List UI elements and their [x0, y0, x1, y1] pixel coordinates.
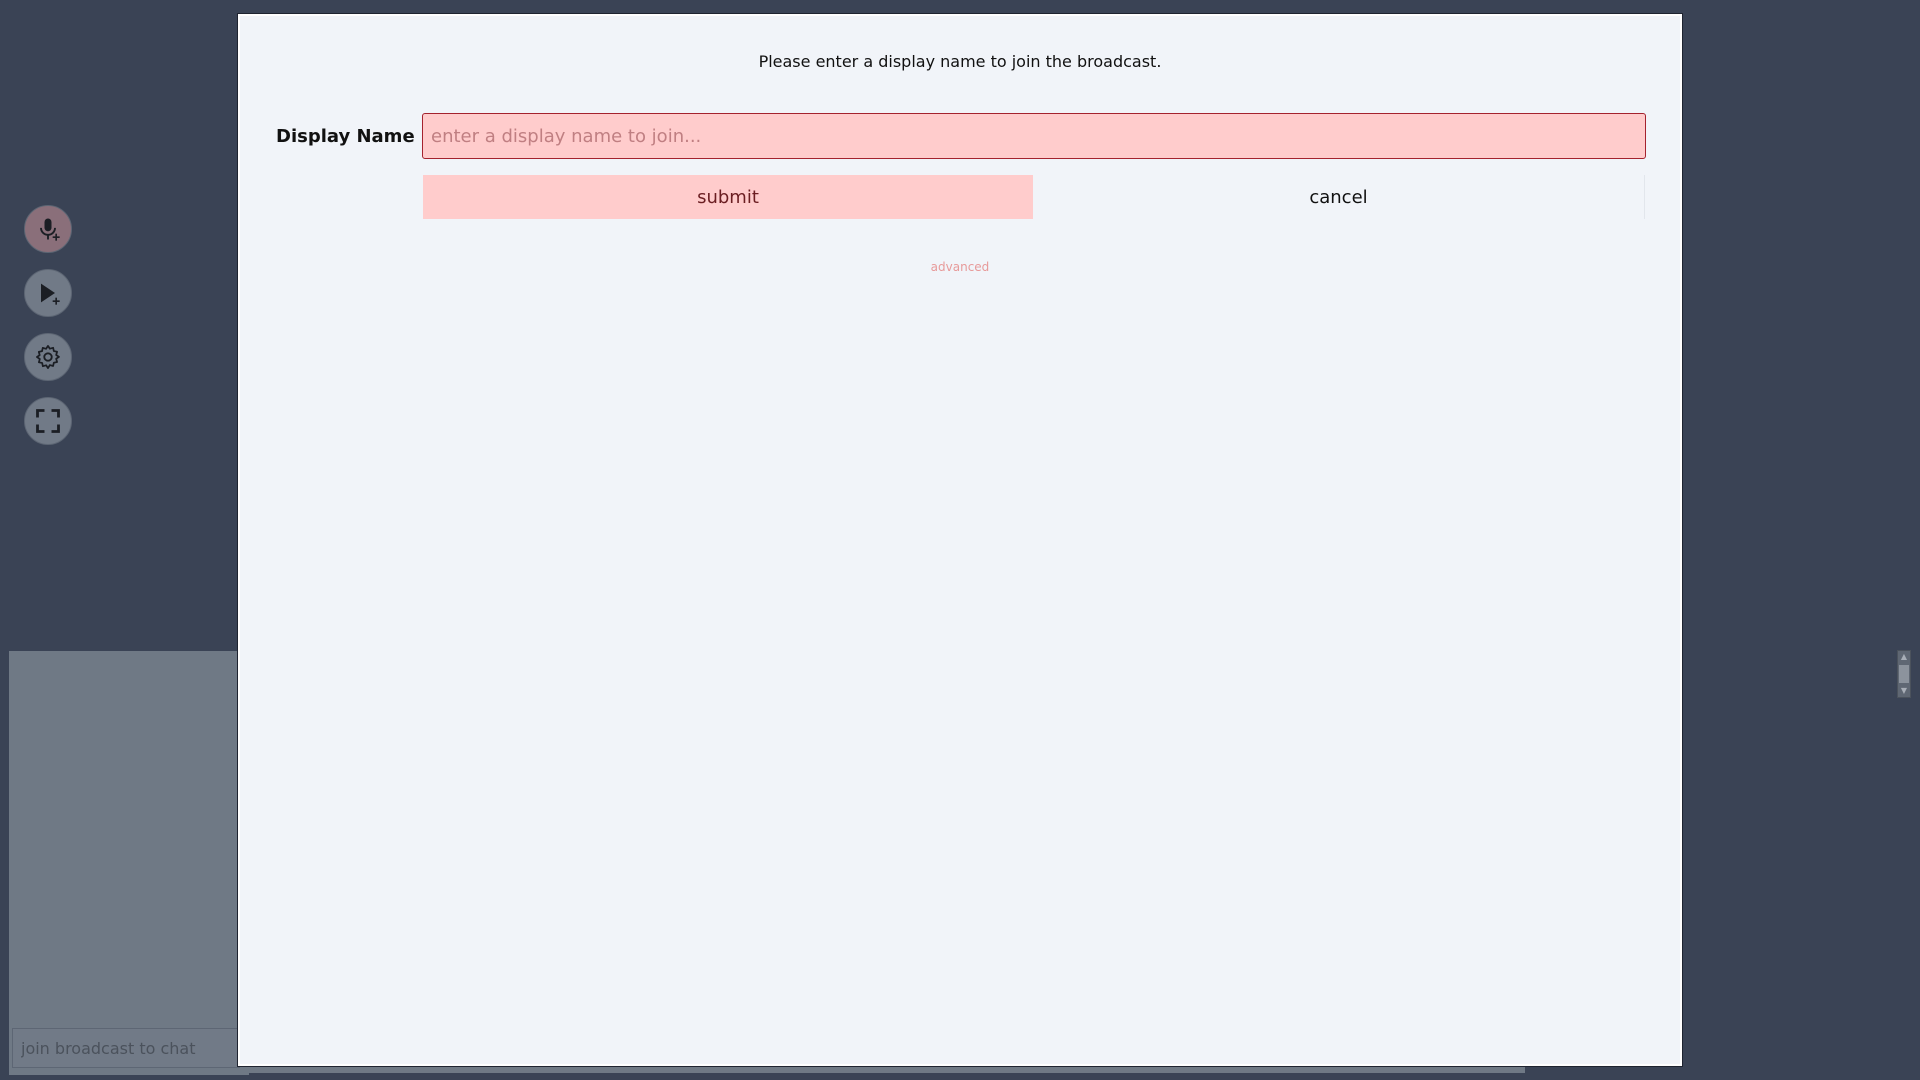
- submit-button[interactable]: submit: [423, 175, 1033, 219]
- chat-panel: [9, 651, 249, 1075]
- display-name-label: Display Name: [276, 126, 415, 147]
- fullscreen-button[interactable]: [24, 397, 72, 445]
- display-name-input[interactable]: [422, 113, 1646, 159]
- bottom-bar: [240, 1065, 1525, 1073]
- scrollbar[interactable]: ▲ ▼: [1897, 650, 1911, 698]
- add-microphone-button[interactable]: [24, 205, 72, 253]
- advanced-link[interactable]: advanced: [240, 260, 1680, 274]
- settings-button[interactable]: [24, 333, 72, 381]
- dialog-message: Please enter a display name to join the …: [758, 52, 1162, 71]
- play-plus-icon: [41, 283, 60, 305]
- cancel-button[interactable]: cancel: [1033, 175, 1645, 219]
- scroll-up-arrow-icon[interactable]: ▲: [1898, 651, 1910, 663]
- join-broadcast-dialog: Please enter a display name to join the …: [237, 13, 1683, 1067]
- fullscreen-icon: [36, 409, 60, 433]
- scrollbar-thumb[interactable]: [1899, 665, 1909, 683]
- gear-icon: [36, 345, 60, 369]
- microphone-plus-icon: [40, 218, 60, 241]
- add-video-button[interactable]: [24, 269, 72, 317]
- scroll-down-arrow-icon[interactable]: ▼: [1898, 685, 1910, 697]
